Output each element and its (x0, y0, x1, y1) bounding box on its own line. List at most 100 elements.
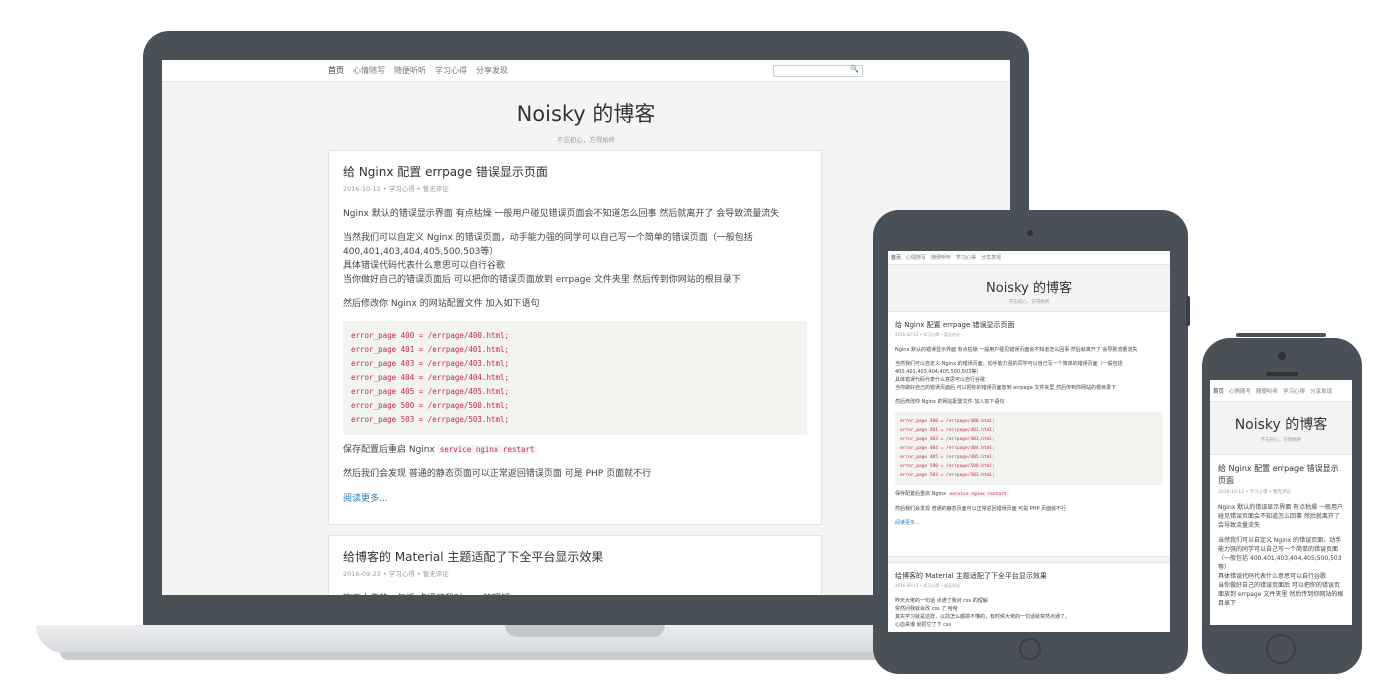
nav-item-home[interactable]: 首页 (1213, 387, 1224, 395)
nav-item-home[interactable]: 首页 (328, 65, 344, 76)
code-line: error_page 400 = /errpage/400.html; (351, 331, 510, 340)
nav-item-home[interactable]: 首页 (891, 254, 901, 261)
post-paragraph: 然后我们会发现 普通的静态页面可以正常返回错误页面 可是 PHP 页面就不行 (895, 506, 1067, 512)
post-line: 突然间我就会改 css 了 哈哈 (895, 606, 958, 612)
phone-top-button (1236, 333, 1326, 337)
site-subtitle: 不忘初心，方得始终 (556, 136, 616, 144)
post-line: 当你做好自己的错误页面后 可以把你的错误页面放到 errpage 文件夹里 然后… (1218, 582, 1344, 607)
nav-item-music[interactable]: 随便听听 (1256, 387, 1278, 395)
code-line: error_page 403 = /errpage/403.html; (900, 437, 995, 442)
post-paragraph: 保存配置后重启 Nginx service nginx restart (895, 490, 1163, 499)
speaker-icon (1266, 372, 1298, 376)
post-body: Nginx 默认的错误显示界面 有点枯燥 一般用户碰见错误页面会不知道怎么回事 … (343, 207, 807, 504)
post-body: Nginx 默认的错误显示界面 有点枯燥 一般用户碰见错误页面会不知道怎么回事 … (895, 346, 1163, 526)
code-line: error_page 404 = /errpage/404.html; (900, 446, 995, 451)
camera-icon (1027, 230, 1033, 236)
code-line: error_page 405 = /errpage/405.html; (351, 387, 510, 396)
nav-item-study[interactable]: 学习心得 (435, 65, 467, 76)
post-body: 昨天大佬的一句话 点通了我对 css 的理解 (343, 592, 807, 595)
nav-item-mood[interactable]: 心情随写 (353, 65, 385, 76)
code-line: error_page 503 = /errpage/503.html; (900, 473, 995, 478)
nav-item-share[interactable]: 分享发现 (981, 254, 1001, 261)
code-block: error_page 400 = /errpage/400.html; erro… (343, 321, 807, 435)
code-line: error_page 405 = /errpage/405.html; (900, 455, 995, 460)
post-line: 心血来潮 就把它了下 css (895, 622, 952, 628)
post-card: 给 Nginx 配置 errpage 错误显示页面 2016-10-12 • 学… (328, 150, 822, 525)
top-nav: 首页 心情随写 随便听听 学习心得 分享发现 (888, 251, 1170, 265)
post-paragraph: Nginx 默认的错误显示界面 有点枯燥 一般用户碰见错误页面会不知道怎么回事 … (343, 209, 780, 219)
post-paragraph: Nginx 默认的错误显示界面 有点枯燥 一般用户碰见错误页面会不知道怎么回事 … (1218, 504, 1344, 529)
site-title: Noisky 的博客 (1234, 417, 1328, 433)
post-body: Nginx 默认的错误显示界面 有点枯燥 一般用户碰见错误页面会不知道怎么回事 … (1218, 503, 1344, 608)
home-button (1266, 634, 1296, 664)
top-nav: 首页 心情随写 随便听听 学习心得 分享发现 (1210, 380, 1352, 402)
nav-item-study[interactable]: 学习心得 (956, 254, 976, 261)
code-line: error_page 401 = /errpage/401.html; (351, 345, 510, 354)
post-paragraph: 昨天大佬的一句话 点通了我对 css 的理解 突然间我就会改 css 了 哈哈 … (895, 597, 1163, 629)
post-title[interactable]: 给 Nginx 配置 errpage 错误显示页面 (343, 163, 807, 180)
search-input[interactable]: 🔍 (773, 64, 863, 77)
nav-item-mood[interactable]: 心情随写 (906, 254, 926, 261)
laptop-notch (505, 625, 665, 637)
nav-item-study[interactable]: 学习心得 (1283, 387, 1305, 395)
post-line: 具体错误代码代表什么意思可以自行谷歌 (343, 261, 506, 271)
camera-icon (1278, 352, 1286, 360)
post-card: 给 Nginx 配置 errpage 错误显示页面 2016-10-12 • 学… (1210, 454, 1352, 625)
post-paragraph: 当然我们可以自定义 Nginx 的错误页面，动手能力强的同学可以自己写一个简单的… (343, 231, 807, 287)
inline-code: service nginx restart (947, 492, 1009, 497)
nav-item-mood[interactable]: 心情随写 (1229, 387, 1251, 395)
site-subtitle: 不忘初心，方得始终 (1008, 300, 1050, 305)
post-card: 给博客的 Material 主题适配了下全平台显示效果 2016-09-23 •… (328, 535, 822, 595)
top-nav: 首页 心情随写 随便听听 学习心得 分享发现 🔍 (162, 60, 1010, 82)
nav-item-music[interactable]: 随便听听 (394, 65, 426, 76)
post-paragraph: 当然我们可以自定义 Nginx 的错误页面，动手能力强的同学可以自己写一个简单的… (1218, 536, 1344, 608)
nav-item-share[interactable]: 分享发现 (476, 65, 508, 76)
code-line: error_page 500 = /errpage/500.html; (900, 464, 995, 469)
inline-code: service nginx restart (437, 445, 537, 454)
post-paragraph: 然后修改你 Nginx 的网站配置文件 加入如下语句 (895, 399, 1005, 405)
device-mockup-showcase: 首页 心情随写 随便听听 学习心得 分享发现 🔍 Noisky 的博客 不忘初心… (0, 0, 1400, 697)
code-line: error_page 403 = /errpage/403.html; (351, 359, 510, 368)
post-line: 当你做好自己的错误页面后 可以把你的错误页面放到 errpage 文件夹里 然后… (895, 385, 1116, 391)
site-title: Noisky 的博客 (516, 102, 656, 126)
post-paragraph: 保存配置后重启 Nginx service nginx restart (343, 443, 807, 457)
nav-item-share[interactable]: 分享发现 (1310, 387, 1332, 395)
post-paragraph: 昨天大佬的一句话 点通了我对 css 的理解 (343, 592, 807, 595)
post-meta: 2016-10-12 • 学习心得 • 暂无评论 (895, 332, 961, 337)
post-line: 当然我们可以自定义 Nginx 的错误页面，动手能力强的同学可以自己写一个简单的… (343, 233, 753, 257)
post-line: 昨天大佬的一句话 点通了我对 css 的理解 (895, 598, 988, 604)
post-meta: 2016-10-12 • 学习心得 • 暂无评论 (1218, 490, 1292, 495)
phone-screen: 首页 心情随写 随便听听 学习心得 分享发现 Noisky 的博客 不忘初心，方… (1210, 380, 1352, 625)
post-card: 给博客的 Material 主题适配了下全平台显示效果 2016-09-23 •… (888, 562, 1170, 632)
post-line: 其实学习就是这样，以前怎么都搞不懂的，有时候大佬的一句话就突然点通了。 (895, 614, 1071, 620)
post-title[interactable]: 给博客的 Material 主题适配了下全平台显示效果 (895, 571, 1163, 581)
site-subtitle: 不忘初心，方得始终 (1260, 438, 1302, 443)
search-icon[interactable]: 🔍 (850, 65, 859, 73)
code-line: error_page 500 = /errpage/500.html; (351, 401, 510, 410)
post-line: 当然我们可以自定义 Nginx 的错误页面，动手能力强的同学可以自己写一个简单的… (895, 361, 1123, 375)
read-more-link[interactable]: 阅读更多... (895, 519, 1163, 526)
post-line: 具体错误代码代表什么意思可以自行谷歌 (1218, 573, 1327, 580)
nav-item-music[interactable]: 随便听听 (931, 254, 951, 261)
code-line: error_page 503 = /errpage/503.html; (351, 415, 510, 424)
post-title[interactable]: 给博客的 Material 主题适配了下全平台显示效果 (343, 548, 807, 565)
tablet-side-button (1186, 296, 1190, 326)
post-card: 给 Nginx 配置 errpage 错误显示页面 2016-10-12 • 学… (888, 311, 1170, 557)
post-title[interactable]: 给 Nginx 配置 errpage 错误显示页面 (895, 320, 1163, 330)
site-title: Noisky 的博客 (986, 281, 1072, 296)
post-text: 保存配置后重启 Nginx (895, 491, 947, 497)
post-meta: 2016-09-23 • 学习心得 • 暂无评论 (895, 583, 961, 588)
read-more-link[interactable]: 阅读更多... (343, 491, 807, 504)
code-line: error_page 400 = /errpage/400.html; (900, 419, 995, 424)
tablet-screen: 首页 心情随写 随便听听 学习心得 分享发现 Noisky 的博客 不忘初心，方… (888, 251, 1170, 632)
code-line: error_page 401 = /errpage/401.html; (900, 428, 995, 433)
post-text: 保存配置后重启 Nginx (343, 445, 435, 455)
post-paragraph: 然后修改你 Nginx 的网站配置文件 加入如下语句 (343, 299, 540, 309)
code-block: error_page 400 = /errpage/400.html; erro… (895, 412, 1163, 485)
home-button (1019, 638, 1041, 660)
post-meta: 2016-09-23 • 学习心得 • 暂无评论 (343, 570, 449, 578)
code-line: error_page 404 = /errpage/404.html; (351, 373, 510, 382)
post-title[interactable]: 给 Nginx 配置 errpage 错误显示页面 (1218, 463, 1344, 487)
post-paragraph: 然后我们会发现 普通的静态页面可以正常返回错误页面 可是 PHP 页面就不行 (343, 469, 652, 479)
post-paragraph: 当然我们可以自定义 Nginx 的错误页面，动手能力强的同学可以自己写一个简单的… (895, 360, 1163, 392)
